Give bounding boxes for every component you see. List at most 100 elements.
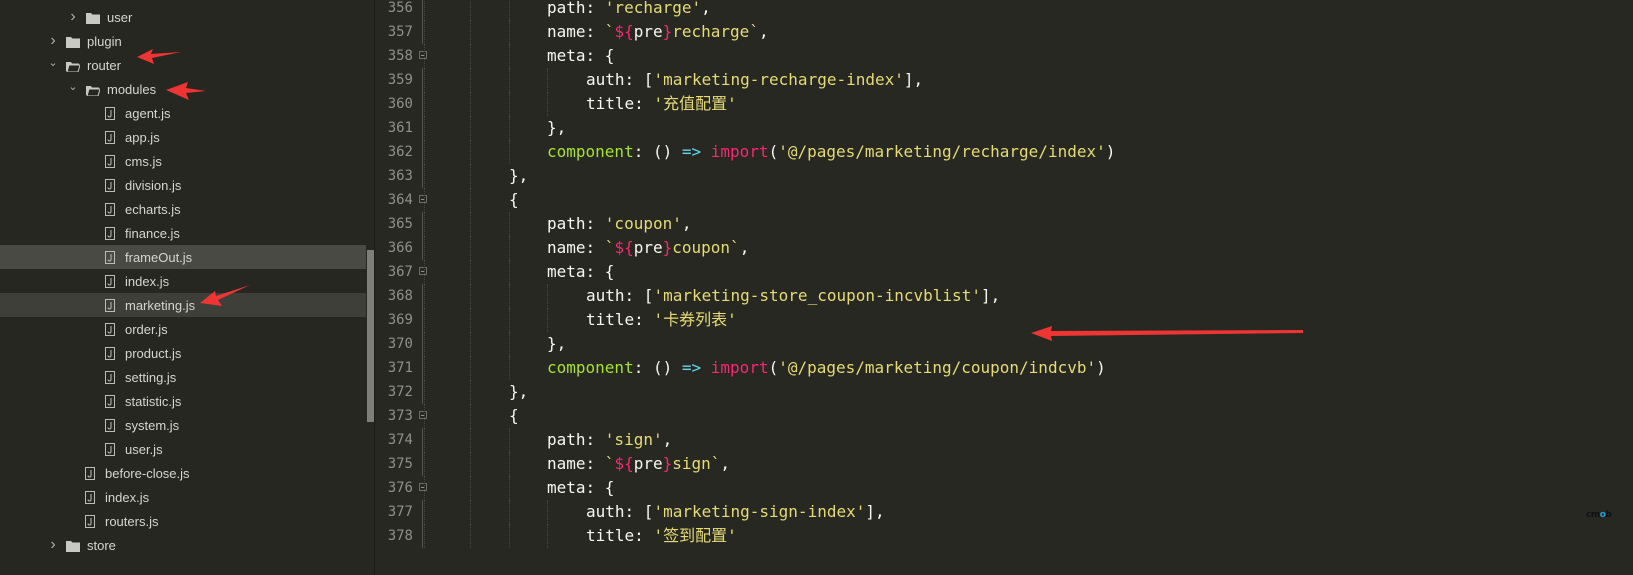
sidebar-scrollbar[interactable] xyxy=(367,250,374,422)
tree-file-order-js[interactable]: order.js xyxy=(0,317,366,341)
tree-folder-store[interactable]: › store xyxy=(0,533,366,557)
code-content: auth: ['marketing-recharge-index'], xyxy=(586,68,923,92)
tree-file-finance-js[interactable]: finance.js xyxy=(0,221,366,245)
code-line[interactable]: 359 auth: ['marketing-recharge-index'], xyxy=(375,68,1633,92)
fold-toggle-icon[interactable] xyxy=(419,195,427,203)
token-tpl: } xyxy=(662,22,673,41)
indent-guide xyxy=(424,92,425,116)
indent-guide xyxy=(470,0,471,20)
tree-item-label: before-close.js xyxy=(105,465,190,481)
fold-guide xyxy=(422,332,423,356)
tree-file-app-js[interactable]: app.js xyxy=(0,125,366,149)
code-line[interactable]: 361}, xyxy=(375,116,1633,140)
tree-file-setting-js[interactable]: setting.js xyxy=(0,365,366,389)
tree-file-before-close-js[interactable]: before-close.js xyxy=(0,461,366,485)
fold-guide xyxy=(422,68,423,92)
indent-guide xyxy=(470,308,471,332)
tree-item-label: user.js xyxy=(125,441,163,457)
indent-guide xyxy=(424,284,425,308)
code-line[interactable]: 374 path: 'sign', xyxy=(375,428,1633,452)
token-tpl: } xyxy=(662,238,673,257)
code-line[interactable]: 376 meta: { xyxy=(375,476,1633,500)
tree-folder-user[interactable]: › user xyxy=(0,5,366,29)
token-key: meta: { xyxy=(547,478,615,497)
tree-file-marketing-js[interactable]: marketing.js xyxy=(0,293,366,317)
chevron-right-icon[interactable]: › xyxy=(68,8,78,25)
code-editor[interactable]: 356 path: 'recharge', 357 name: `${pre}rech… xyxy=(375,0,1633,575)
indent-guide xyxy=(470,524,471,548)
code-line[interactable]: 375 name: `${pre}sign`, xyxy=(375,452,1633,476)
chevron-down-icon[interactable]: ⌄ xyxy=(68,81,78,93)
js-file-icon xyxy=(105,418,115,432)
tree-file-division-js[interactable]: division.js xyxy=(0,173,366,197)
code-line[interactable]: 363}, xyxy=(375,164,1633,188)
folder-open-icon xyxy=(66,60,81,72)
token-str: '充值配置' xyxy=(653,94,737,113)
indent-guide xyxy=(509,332,510,356)
fold-toggle-icon[interactable] xyxy=(419,51,427,59)
js-file-icon xyxy=(105,202,115,216)
tree-file-routers-js[interactable]: routers.js xyxy=(0,509,366,533)
token-key: path: xyxy=(547,0,605,17)
tree-file-index-js[interactable]: index.js xyxy=(0,485,366,509)
indent-guide xyxy=(424,20,425,44)
tree-file-index-js[interactable]: index.js xyxy=(0,269,366,293)
tree-file-frameout-js[interactable]: frameOut.js xyxy=(0,245,366,269)
code-line[interactable]: 371 component: () => import('@/pages/mark… xyxy=(375,356,1633,380)
fold-guide xyxy=(422,308,423,332)
tree-file-system-js[interactable]: system.js xyxy=(0,413,366,437)
chevron-down-icon[interactable]: ⌄ xyxy=(48,57,58,69)
fold-toggle-icon[interactable] xyxy=(419,483,427,491)
fold-toggle-icon[interactable] xyxy=(419,411,427,419)
code-line[interactable]: 357 name: `${pre}recharge`, xyxy=(375,20,1633,44)
line-number: 373 xyxy=(387,408,413,424)
code-line[interactable]: 356 path: 'recharge', xyxy=(375,0,1633,20)
tree-file-cms-js[interactable]: cms.js xyxy=(0,149,366,173)
code-line[interactable]: 370}, xyxy=(375,332,1633,356)
chevron-right-icon[interactable]: › xyxy=(48,536,58,553)
fold-toggle-icon[interactable] xyxy=(419,267,427,275)
code-line[interactable]: 369 title: '卡券列表' xyxy=(375,308,1633,332)
code-line[interactable]: 372}, xyxy=(375,380,1633,404)
token-str: '签到配置' xyxy=(653,526,737,545)
token-pun: : () xyxy=(633,358,682,377)
js-file-icon xyxy=(105,442,115,456)
line-number: 356 xyxy=(387,0,413,16)
tree-file-echarts-js[interactable]: echarts.js xyxy=(0,197,366,221)
tree-folder-plugin[interactable]: › plugin xyxy=(0,29,366,53)
indent-guide xyxy=(424,68,425,92)
code-content: auth: ['marketing-store_coupon-incvblist… xyxy=(586,284,1000,308)
code-content: title: '充值配置' xyxy=(586,92,737,116)
code-line[interactable]: 362 component: () => import('@/pages/mark… xyxy=(375,140,1633,164)
line-number: 365 xyxy=(387,216,413,232)
tree-folder-router[interactable]: ⌄ router xyxy=(0,53,366,77)
code-line[interactable]: 358 meta: { xyxy=(375,44,1633,68)
code-line[interactable]: 378 title: '签到配置' xyxy=(375,524,1633,548)
token-key: meta: { xyxy=(547,262,615,281)
code-line[interactable]: 360 title: '充值配置' xyxy=(375,92,1633,116)
tree-file-statistic-js[interactable]: statistic.js xyxy=(0,389,366,413)
indent-guide xyxy=(470,20,471,44)
token-str: 'sign' xyxy=(604,430,663,449)
tree-file-agent-js[interactable]: agent.js xyxy=(0,101,366,125)
code-line[interactable]: 373 { xyxy=(375,404,1633,428)
code-line[interactable]: 364 { xyxy=(375,188,1633,212)
fold-guide xyxy=(422,428,423,452)
chevron-right-icon[interactable]: › xyxy=(48,32,58,49)
token-str: '卡券列表' xyxy=(653,310,737,329)
indent-guide xyxy=(509,140,510,164)
code-line[interactable]: 365 path: 'coupon', xyxy=(375,212,1633,236)
indent-guide xyxy=(547,68,548,92)
folder-open-icon xyxy=(86,84,101,96)
code-content: }, xyxy=(509,164,528,188)
fold-guide xyxy=(422,140,423,164)
code-line[interactable]: 366 name: `${pre}coupon`, xyxy=(375,236,1633,260)
code-line[interactable]: 368 auth: ['marketing-store_coupon-incvbl… xyxy=(375,284,1633,308)
token-pun: ], xyxy=(903,70,924,89)
code-line[interactable]: 377 auth: ['marketing-sign-index'], xyxy=(375,500,1633,524)
tree-file-user-js[interactable]: user.js xyxy=(0,437,366,461)
tree-file-product-js[interactable]: product.js xyxy=(0,341,366,365)
tree-item-label: setting.js xyxy=(125,369,177,385)
fold-guide xyxy=(422,0,423,20)
code-line[interactable]: 367 meta: { xyxy=(375,260,1633,284)
